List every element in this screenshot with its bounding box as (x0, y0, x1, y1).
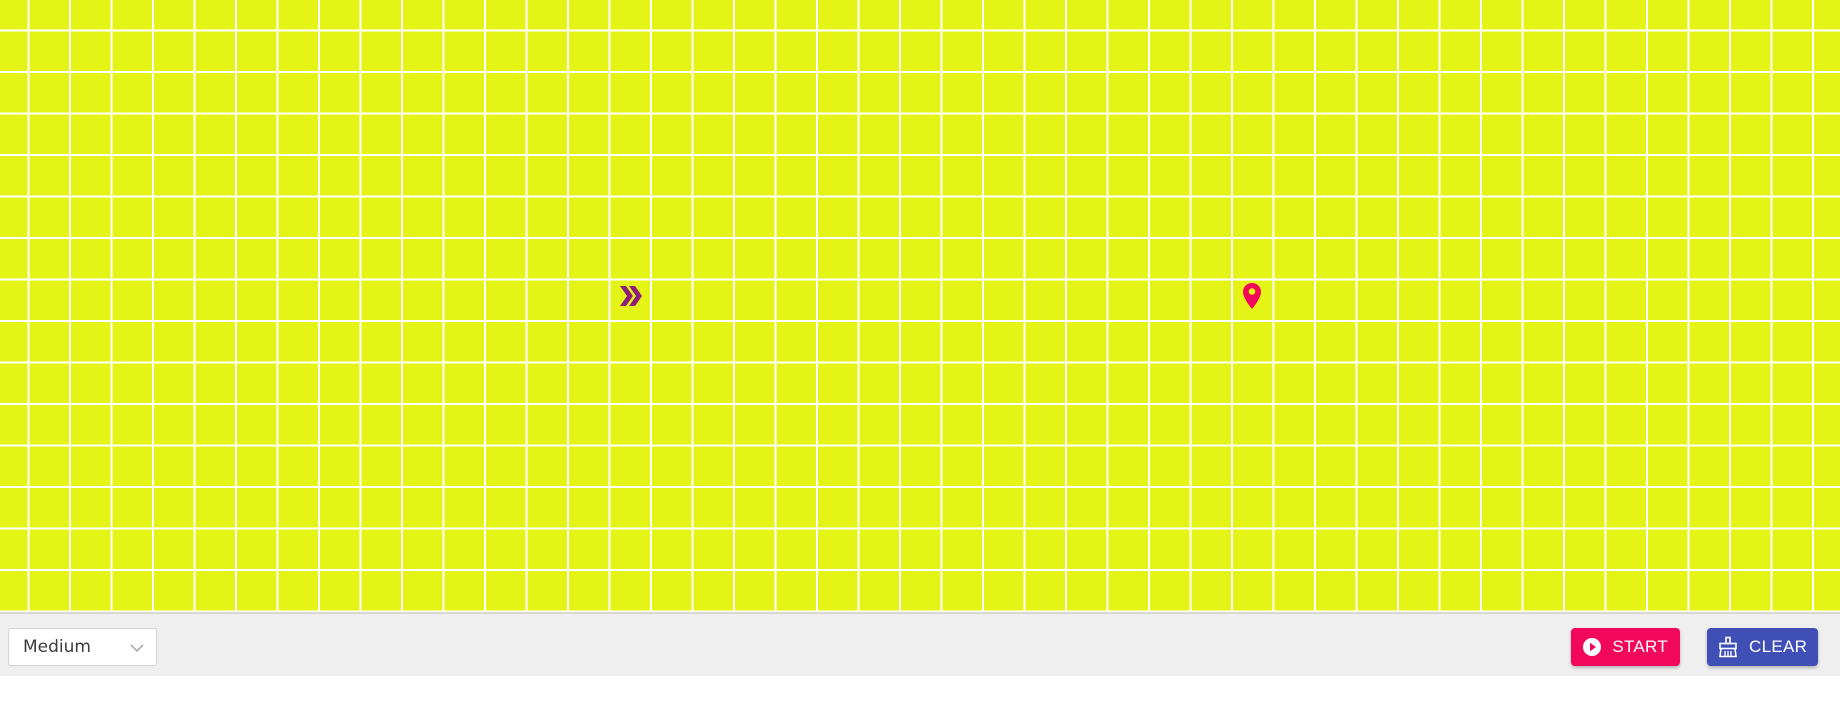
toolbar: Medium START CLEAR (0, 612, 1840, 676)
speed-select-value: Medium (23, 637, 91, 657)
broom-icon (1717, 636, 1739, 658)
start-button[interactable]: START (1571, 628, 1680, 666)
pathfinding-visualizer: Medium START CLEAR (0, 0, 1840, 711)
start-node[interactable] (611, 276, 651, 316)
double-chevron-right-icon (620, 286, 642, 306)
target-node[interactable] (1232, 276, 1272, 316)
map-pin-icon (1243, 283, 1261, 309)
play-circle-icon (1581, 636, 1602, 658)
clear-button-label: CLEAR (1749, 637, 1808, 656)
chevron-down-icon (130, 644, 144, 652)
clear-button[interactable]: CLEAR (1707, 628, 1818, 666)
start-button-label: START (1612, 637, 1668, 656)
speed-select[interactable]: Medium (8, 628, 157, 666)
pathfinding-grid[interactable] (0, 0, 1840, 612)
